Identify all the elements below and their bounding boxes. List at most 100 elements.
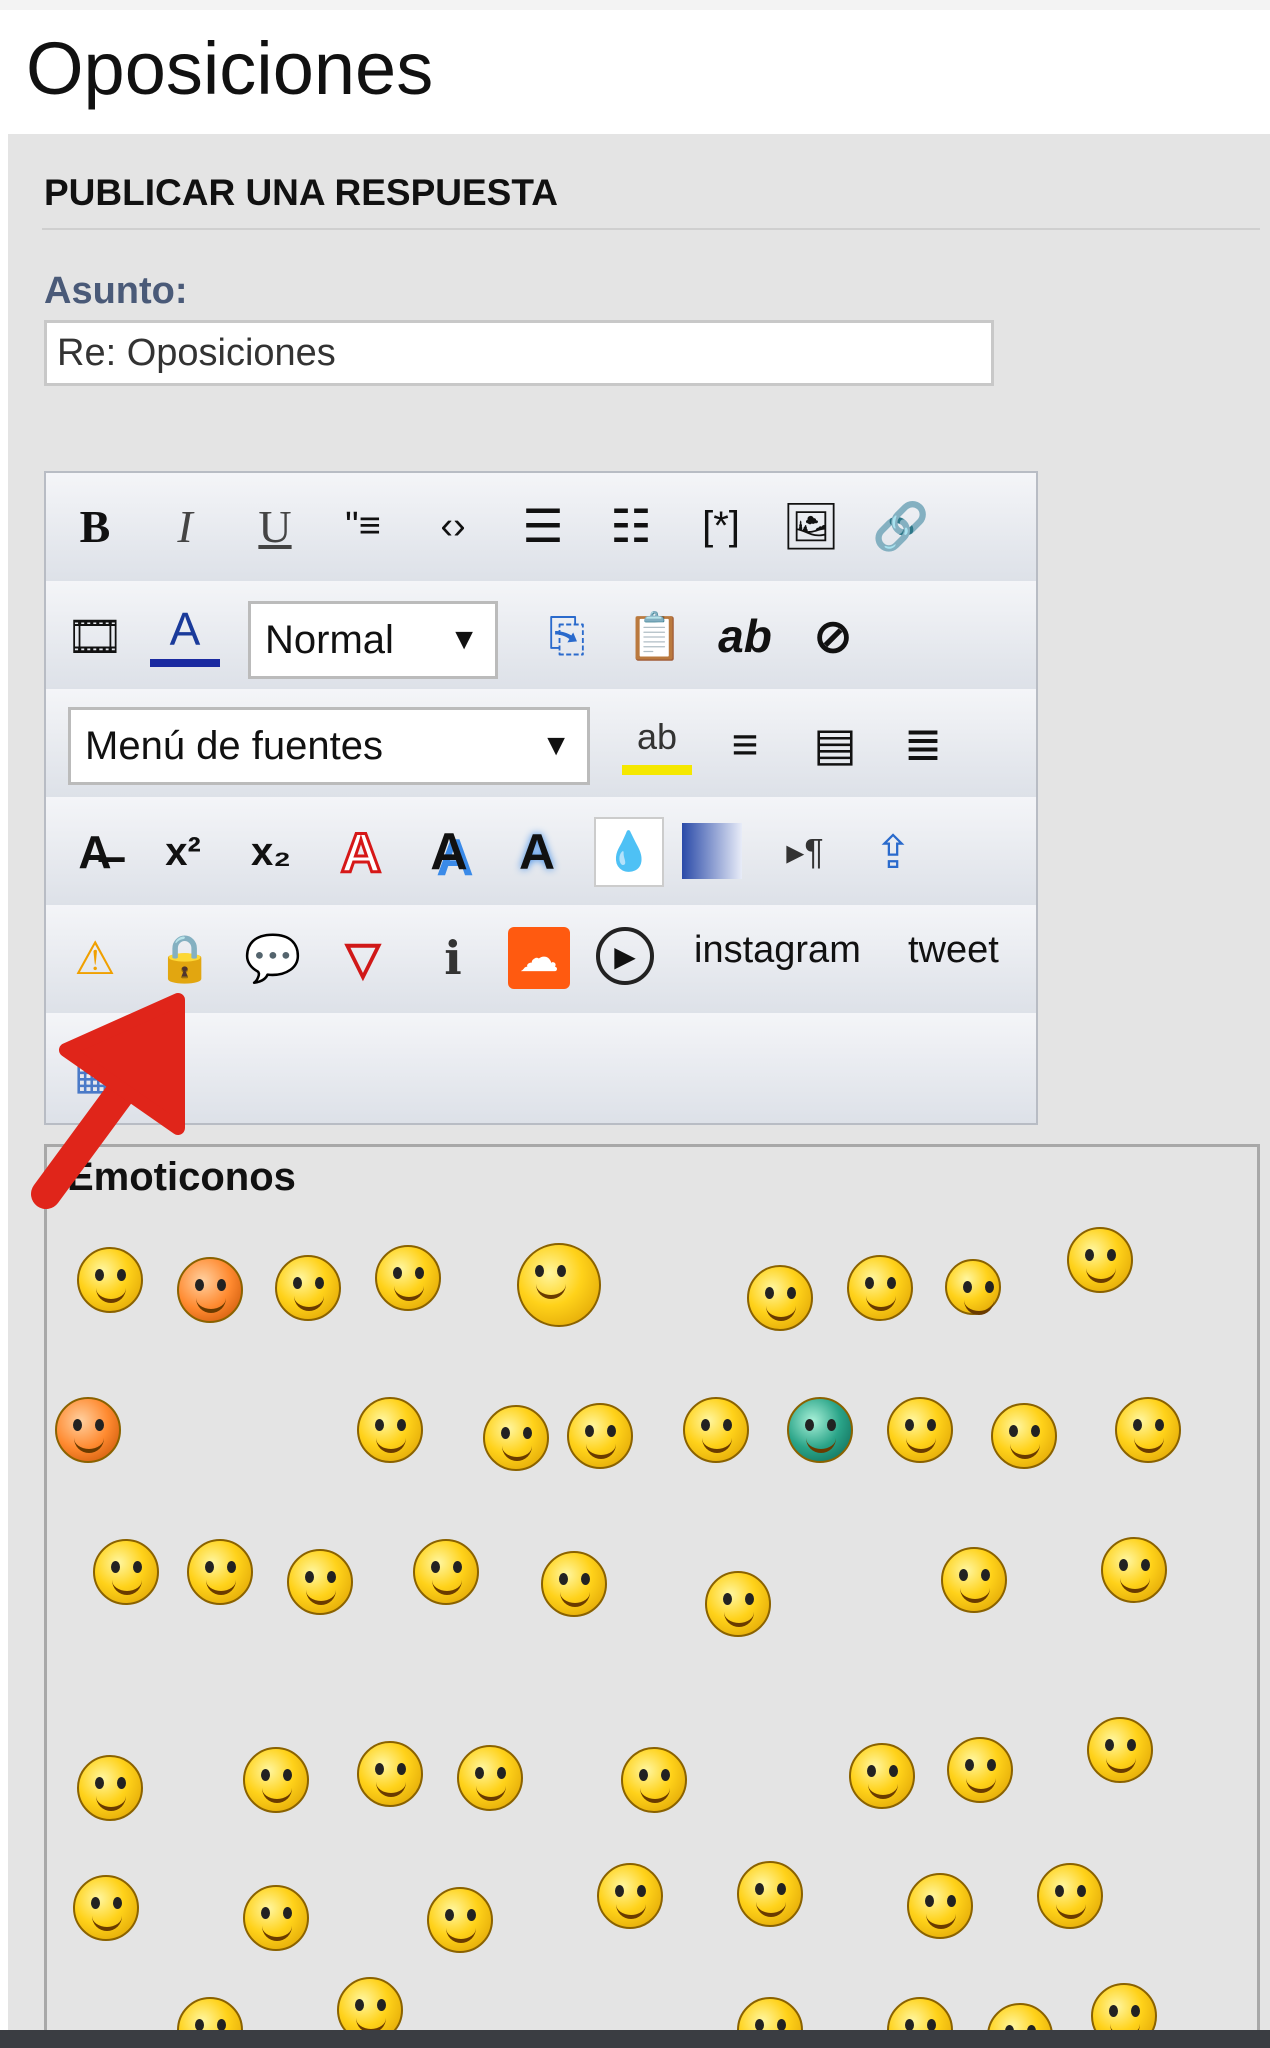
top-edge bbox=[0, 0, 1270, 10]
bottom-bar bbox=[0, 2030, 1270, 2048]
emoticon[interactable] bbox=[705, 1571, 771, 1637]
emoticon[interactable] bbox=[1087, 1717, 1153, 1783]
error-button[interactable]: ▽ bbox=[328, 923, 398, 993]
align-right-button[interactable]: ≣ bbox=[888, 709, 958, 779]
emoticon[interactable] bbox=[907, 1873, 973, 1939]
gradient-button[interactable]: ▮ bbox=[682, 823, 742, 879]
emoticon[interactable] bbox=[947, 1737, 1013, 1803]
outline-text-button[interactable]: A bbox=[326, 817, 396, 887]
emoticon[interactable] bbox=[517, 1243, 601, 1327]
numbered-list-button[interactable]: ☷ bbox=[596, 491, 666, 561]
insert-image-button[interactable]: 🖼 bbox=[776, 491, 846, 561]
instagram-button[interactable]: instagram bbox=[694, 929, 861, 972]
info-button[interactable]: ℹ bbox=[418, 923, 488, 993]
emoticon[interactable] bbox=[73, 1875, 139, 1941]
subject-input[interactable] bbox=[44, 320, 994, 386]
fade-button[interactable]: 💧 bbox=[594, 817, 664, 887]
emoticon[interactable] bbox=[243, 1747, 309, 1813]
code-button[interactable]: ‹› bbox=[418, 491, 488, 561]
font-family-value: Menú de fuentes bbox=[85, 723, 383, 768]
emoticon[interactable] bbox=[597, 1863, 663, 1929]
emoticon[interactable] bbox=[1037, 1863, 1103, 1929]
italic-button[interactable]: I bbox=[150, 491, 220, 561]
soundcloud-button[interactable]: ☁ bbox=[508, 927, 570, 989]
table-button[interactable]: ▦ bbox=[60, 1037, 130, 1107]
emoticon[interactable] bbox=[1101, 1537, 1167, 1603]
chevron-down-icon: ▼ bbox=[541, 729, 571, 762]
quote-button[interactable]: "≡ bbox=[328, 491, 398, 561]
underline-button[interactable]: U bbox=[240, 491, 310, 561]
emoticon[interactable] bbox=[243, 1885, 309, 1951]
align-center-button[interactable]: ≡ bbox=[710, 709, 780, 779]
page-title: Oposiciones bbox=[26, 27, 434, 110]
emoticon[interactable] bbox=[1067, 1227, 1133, 1293]
spellcheck-button[interactable]: ab bbox=[710, 601, 780, 671]
lock-button[interactable]: 🔒 bbox=[150, 923, 220, 993]
emoticon[interactable] bbox=[287, 1549, 353, 1615]
emoticon[interactable] bbox=[375, 1245, 441, 1311]
tweet-button[interactable]: tweet bbox=[908, 929, 999, 972]
emoticon[interactable] bbox=[77, 1247, 143, 1313]
emoticon[interactable] bbox=[55, 1397, 121, 1463]
font-size-select[interactable]: Normal ▼ bbox=[248, 601, 498, 679]
hide-text-button[interactable]: ⊘ bbox=[798, 601, 868, 671]
editor-toolbar: B I U "≡ ‹› ☰ ☷ [*] 🖼 🔗 🎞 A Normal ▼ ⎘ 📋… bbox=[44, 471, 1038, 1125]
toolbar-row-5: ⚠ 🔒 💬 ▽ ℹ ☁ ▶ instagram tweet bbox=[46, 905, 1036, 1015]
emoticon[interactable] bbox=[567, 1403, 633, 1469]
speech-bubble-button[interactable]: 💬 bbox=[238, 923, 308, 993]
emoticon[interactable] bbox=[1115, 1397, 1181, 1463]
emoticon[interactable] bbox=[93, 1539, 159, 1605]
paste-button[interactable]: 📋 bbox=[620, 601, 690, 671]
rtl-button[interactable]: ▸¶ bbox=[770, 817, 840, 887]
emoticon[interactable] bbox=[887, 1397, 953, 1463]
strikethrough-button[interactable]: A̶ bbox=[60, 817, 130, 887]
emoticon[interactable] bbox=[483, 1405, 549, 1471]
emoticon[interactable] bbox=[413, 1539, 479, 1605]
glow-text-button[interactable]: A bbox=[502, 817, 572, 887]
emoticon[interactable] bbox=[847, 1255, 913, 1321]
emoticon[interactable] bbox=[77, 1755, 143, 1821]
subject-label: Asunto: bbox=[44, 270, 188, 312]
bold-button[interactable]: B bbox=[60, 491, 130, 561]
highlight-button[interactable]: ab bbox=[622, 709, 692, 775]
emoticon[interactable] bbox=[177, 1257, 243, 1323]
emoticon[interactable] bbox=[541, 1551, 607, 1617]
list-item-button[interactable]: [*] bbox=[686, 491, 756, 561]
emoticon[interactable] bbox=[941, 1547, 1007, 1613]
emoticon[interactable] bbox=[683, 1397, 749, 1463]
emoticon[interactable] bbox=[275, 1255, 341, 1321]
upload-button[interactable]: ⇪ bbox=[858, 817, 928, 887]
emoticon[interactable] bbox=[747, 1265, 813, 1331]
emoticon[interactable] bbox=[787, 1397, 853, 1463]
emoticon[interactable] bbox=[737, 1861, 803, 1927]
toolbar-row-3: Menú de fuentes ▼ ab ≡ ▤ ≣ bbox=[46, 689, 1036, 799]
font-family-select[interactable]: Menú de fuentes ▼ bbox=[68, 707, 590, 785]
emoticon[interactable] bbox=[357, 1741, 423, 1807]
play-button[interactable]: ▶ bbox=[596, 927, 654, 985]
superscript-button[interactable]: x² bbox=[148, 817, 218, 887]
warning-button[interactable]: ⚠ bbox=[60, 923, 130, 993]
emoticon[interactable] bbox=[427, 1887, 493, 1953]
emoticon[interactable] bbox=[991, 1403, 1057, 1469]
bullet-list-button[interactable]: ☰ bbox=[508, 491, 578, 561]
toolbar-row-2: 🎞 A Normal ▼ ⎘ 📋 ab ⊘ bbox=[46, 581, 1036, 691]
shadow-text-button[interactable]: A bbox=[414, 817, 484, 887]
insert-video-button[interactable]: 🎞 bbox=[60, 601, 130, 671]
emoticon[interactable] bbox=[357, 1397, 423, 1463]
font-size-value: Normal bbox=[265, 617, 394, 662]
emoticon[interactable] bbox=[945, 1259, 1001, 1315]
copy-button[interactable]: ⎘ bbox=[532, 601, 602, 671]
divider bbox=[42, 228, 1260, 230]
emoticon[interactable] bbox=[187, 1539, 253, 1605]
emoticon[interactable] bbox=[457, 1745, 523, 1811]
align-justify-button[interactable]: ▤ bbox=[800, 709, 870, 779]
insert-link-button[interactable]: 🔗 bbox=[866, 491, 936, 561]
subscript-button[interactable]: x₂ bbox=[236, 817, 306, 887]
emoticon[interactable] bbox=[849, 1743, 915, 1809]
toolbar-row-6: ▦ bbox=[46, 1013, 1036, 1123]
section-title: PUBLICAR UNA RESPUESTA bbox=[44, 172, 558, 213]
emoticons-panel: Emoticonos bbox=[44, 1144, 1260, 2048]
emoticon[interactable] bbox=[621, 1747, 687, 1813]
font-color-button[interactable]: A bbox=[150, 599, 220, 667]
emoticons-title: Emoticonos bbox=[67, 1155, 296, 1199]
